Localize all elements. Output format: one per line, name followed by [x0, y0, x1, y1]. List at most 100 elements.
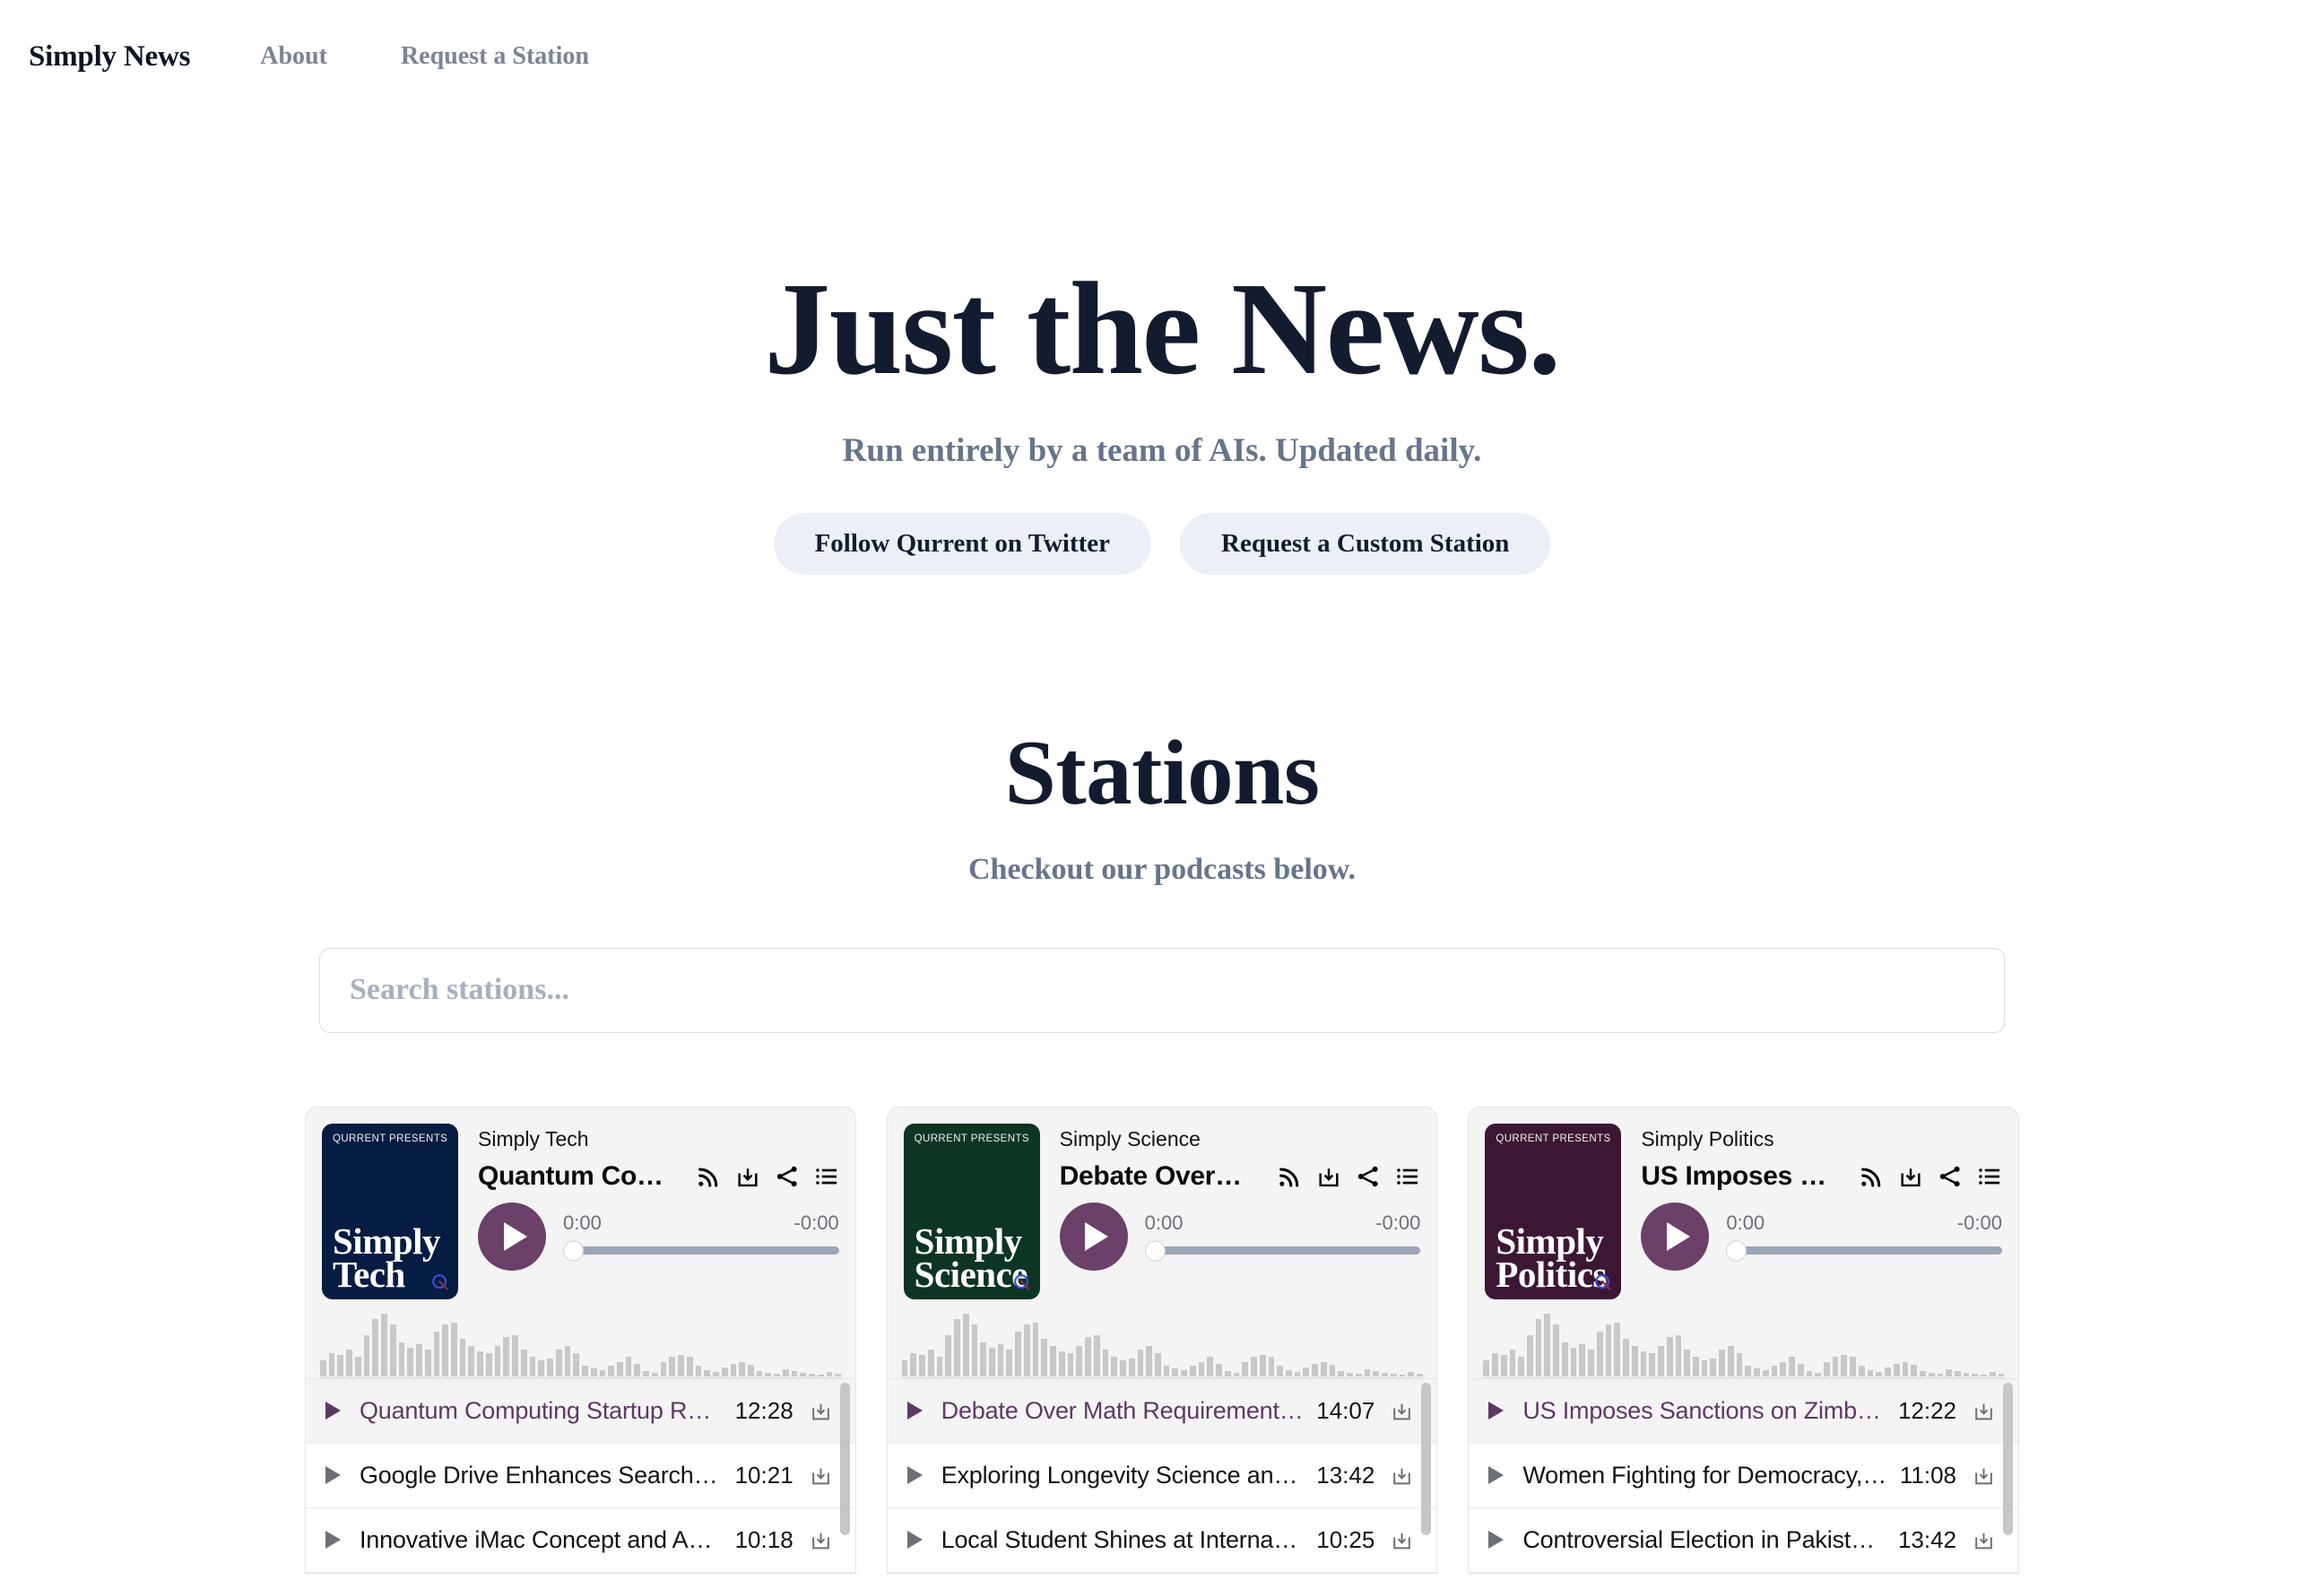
episode-list-scroll-track[interactable]: [1421, 1379, 1434, 1573]
playlist-icon[interactable]: [814, 1164, 839, 1189]
progress-thumb[interactable]: [1144, 1240, 1166, 1262]
share-icon[interactable]: [1356, 1164, 1381, 1189]
waveform[interactable]: [1483, 1313, 2005, 1378]
episode-row[interactable]: Debate Over Math Requirements … 14:07: [887, 1378, 1437, 1444]
episode-play-icon[interactable]: [1488, 1402, 1505, 1420]
download-icon[interactable]: [1391, 1464, 1413, 1487]
download-icon[interactable]: [1973, 1464, 1995, 1487]
episode-download-icon[interactable]: [1391, 1400, 1413, 1422]
episode-download-icon[interactable]: [1391, 1464, 1413, 1487]
episode-list-scrollbar[interactable]: [839, 1382, 850, 1535]
episode-play-icon[interactable]: [1488, 1466, 1505, 1485]
episode-list-scrollbar[interactable]: [1421, 1382, 1432, 1535]
episode-row[interactable]: US Imposes Sanctions on Zimbab… 12:22: [1469, 1378, 2019, 1444]
episode-list-scrollbar[interactable]: [2003, 1382, 2014, 1535]
station-card: QURRENT PRESENTS Simply Science Simply Scie…: [886, 1106, 1438, 1574]
episode-download-icon[interactable]: [1973, 1464, 1995, 1487]
episode-row[interactable]: Exploring Longevity Science and … 13:42: [887, 1443, 1437, 1508]
episode-download-icon[interactable]: [1391, 1529, 1413, 1551]
rss-icon[interactable]: [696, 1164, 721, 1189]
search-input[interactable]: [319, 947, 2005, 1033]
download-icon[interactable]: [1898, 1164, 1923, 1189]
rss-icon[interactable]: [1277, 1164, 1302, 1189]
waveform-bar: [442, 1324, 449, 1376]
waveform-bar: [1780, 1361, 1787, 1376]
progress-slider[interactable]: [1726, 1240, 2003, 1262]
episode-play-icon[interactable]: [325, 1531, 341, 1550]
waveform-bar: [782, 1368, 789, 1376]
waveform-bar: [1806, 1370, 1813, 1376]
waveform-bar: [1364, 1368, 1371, 1376]
current-episode-row: Debate Over…: [1060, 1161, 1421, 1192]
progress-thumb[interactable]: [1726, 1240, 1747, 1262]
request-custom-station-button[interactable]: Request a Custom Station: [1180, 512, 1551, 575]
card-header: QURRENT PRESENTS Simply Politics Simply Pol…: [1469, 1107, 2018, 1299]
play-button[interactable]: [1059, 1202, 1128, 1271]
download-icon[interactable]: [1391, 1400, 1413, 1422]
waveform-bar: [1076, 1345, 1083, 1376]
waveform-bar: [1675, 1334, 1682, 1376]
waveform-bar: [1338, 1370, 1345, 1376]
waveform-bar: [1172, 1368, 1179, 1376]
playlist-icon[interactable]: [1395, 1164, 1420, 1189]
waveform-bar: [529, 1356, 536, 1376]
download-icon[interactable]: [1316, 1164, 1341, 1189]
progress-thumb[interactable]: [563, 1240, 584, 1262]
episode-play-icon[interactable]: [906, 1531, 923, 1550]
episode-list-scroll-track[interactable]: [839, 1379, 853, 1573]
progress-slider[interactable]: [563, 1240, 839, 1262]
nav-link-request-a-station[interactable]: Request a Station: [401, 42, 589, 71]
station-name: Simply Tech: [478, 1126, 589, 1151]
waveform[interactable]: [901, 1313, 1423, 1378]
waveform-bar: [1902, 1361, 1909, 1376]
episode-row[interactable]: Women Fighting for Democracy, H… 11:08: [1469, 1443, 2019, 1508]
download-icon[interactable]: [1973, 1529, 1995, 1551]
waveform-bar: [1579, 1343, 1586, 1376]
episode-list-scroll-track[interactable]: [2003, 1379, 2016, 1573]
episode-row[interactable]: Quantum Computing Startup Rais… 12:28: [306, 1378, 855, 1444]
episode-row[interactable]: Innovative iMac Concept and Appl… 10:18: [306, 1507, 855, 1573]
brand-logo[interactable]: Simply News: [29, 40, 190, 74]
qurrent-q-logo: [432, 1274, 448, 1290]
download-icon[interactable]: [1391, 1529, 1413, 1551]
waveform-bar: [1023, 1324, 1030, 1376]
episode-download-icon[interactable]: [810, 1529, 832, 1551]
elapsed-time: 0:00: [1144, 1211, 1184, 1234]
waveform-bar: [1189, 1365, 1196, 1376]
elapsed-time: 0:00: [1726, 1211, 1765, 1234]
playlist-icon[interactable]: [1977, 1164, 2002, 1189]
download-icon[interactable]: [735, 1164, 760, 1189]
waveform-bar: [1207, 1356, 1214, 1376]
episode-download-icon[interactable]: [1973, 1529, 1995, 1551]
episode-play-icon[interactable]: [906, 1466, 923, 1485]
episode-play-icon[interactable]: [906, 1402, 923, 1420]
rss-icon[interactable]: [1859, 1164, 1884, 1189]
play-button[interactable]: [478, 1202, 546, 1271]
waveform-bar: [477, 1350, 483, 1376]
play-button[interactable]: [1641, 1202, 1710, 1271]
waveform-bar: [354, 1356, 361, 1376]
qurrent-q-logo: [1013, 1274, 1030, 1290]
share-icon[interactable]: [775, 1164, 800, 1189]
download-icon[interactable]: [1973, 1400, 1995, 1422]
follow-twitter-button[interactable]: Follow Qurrent on Twitter: [773, 512, 1151, 575]
episode-row[interactable]: Controversial Election in Pakistan, … 13:…: [1469, 1507, 2019, 1573]
episode-download-icon[interactable]: [810, 1400, 832, 1422]
download-icon[interactable]: [810, 1400, 832, 1422]
episode-play-icon[interactable]: [1488, 1531, 1505, 1550]
episode-title: Google Drive Enhances Search on…: [360, 1461, 723, 1489]
download-icon[interactable]: [810, 1464, 832, 1487]
episode-row[interactable]: Google Drive Enhances Search on… 10:21: [306, 1443, 855, 1508]
episode-play-icon[interactable]: [325, 1466, 341, 1485]
episode-row[interactable]: Local Student Shines at Internatio… 10:25: [887, 1507, 1437, 1573]
download-icon[interactable]: [810, 1529, 832, 1551]
nav-link-about[interactable]: About: [260, 42, 327, 71]
episode-download-icon[interactable]: [810, 1464, 832, 1487]
share-icon[interactable]: [1938, 1164, 1963, 1189]
waveform[interactable]: [320, 1313, 842, 1378]
episode-play-icon[interactable]: [325, 1402, 341, 1420]
waveform-bar: [791, 1370, 798, 1376]
episode-download-icon[interactable]: [1973, 1400, 1995, 1422]
progress-slider[interactable]: [1144, 1240, 1421, 1262]
card-header: QURRENT PRESENTS Simply Science Simply Scie…: [888, 1107, 1437, 1299]
